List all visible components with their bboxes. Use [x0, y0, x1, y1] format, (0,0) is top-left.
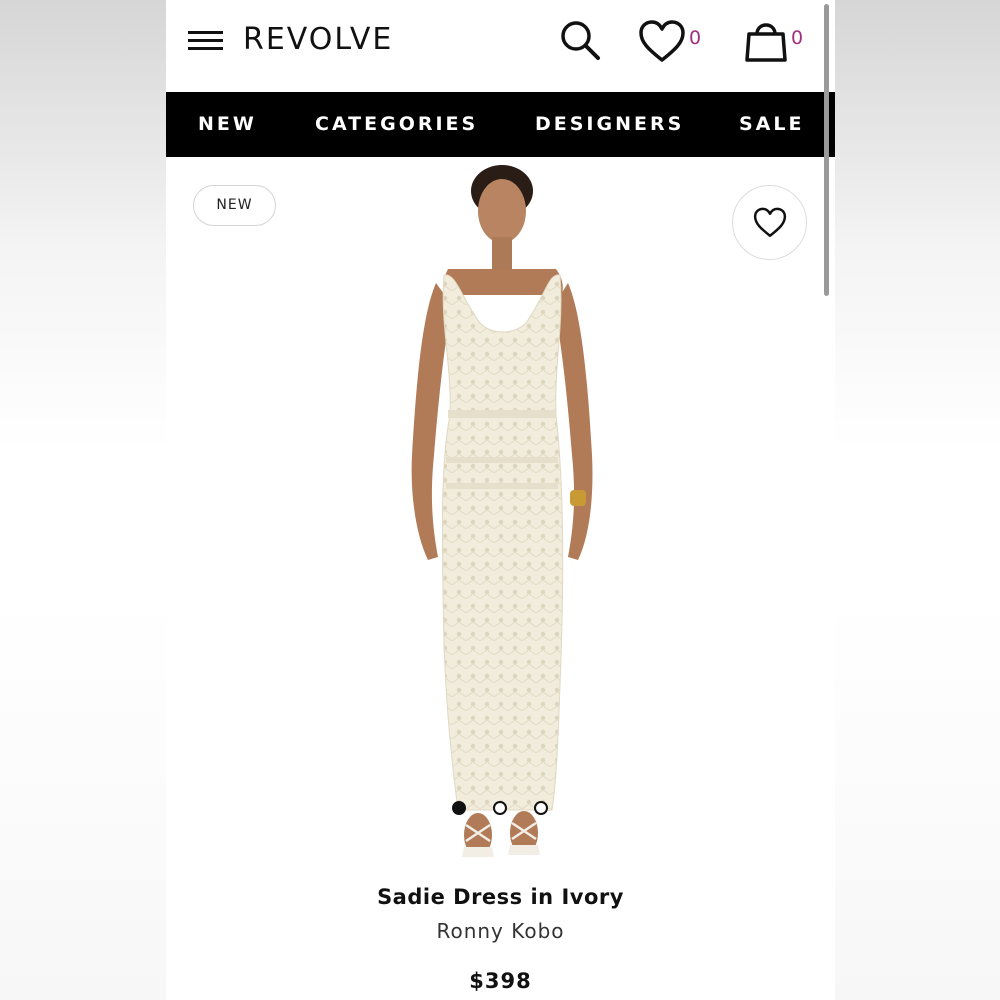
carousel-dot-3[interactable]: [534, 801, 548, 815]
product-price: $398: [469, 969, 532, 993]
favorite-button[interactable]: [732, 185, 807, 260]
heart-icon: [753, 207, 787, 237]
nav-item-designers[interactable]: DESIGNERS: [535, 113, 684, 135]
wishlist-heart-icon[interactable]: [638, 20, 686, 64]
nav-item-sale[interactable]: SALE: [739, 113, 804, 135]
wishlist-count: 0: [689, 27, 702, 49]
site-logo[interactable]: REVOLVE: [243, 22, 393, 57]
nav-item-categories[interactable]: CATEGORIES: [315, 113, 478, 135]
search-icon[interactable]: [558, 18, 602, 62]
carousel-pagination: [166, 801, 835, 815]
product-name[interactable]: Sadie Dress in Ivory: [166, 885, 835, 909]
product-brand[interactable]: Ronny Kobo: [166, 919, 835, 943]
shopping-bag-icon[interactable]: [744, 16, 788, 64]
new-badge: NEW: [193, 185, 276, 226]
site-header: REVOLVE 0 0: [166, 0, 835, 92]
nav-item-new[interactable]: NEW: [198, 113, 257, 135]
scrollbar[interactable]: [824, 4, 829, 296]
carousel-dot-1[interactable]: [452, 801, 466, 815]
mobile-page: REVOLVE 0 0 NEW CATEGORIES DESIGNERS SAL…: [166, 0, 835, 1000]
menu-icon[interactable]: [188, 30, 224, 52]
bag-count: 0: [791, 27, 804, 49]
product-model-image: [411, 165, 593, 857]
carousel-dot-2[interactable]: [493, 801, 507, 815]
product-image-carousel[interactable]: NEW: [166, 157, 835, 870]
background-left: [0, 0, 166, 1000]
main-nav: NEW CATEGORIES DESIGNERS SALE: [166, 92, 835, 157]
background-right: [835, 0, 1000, 1000]
